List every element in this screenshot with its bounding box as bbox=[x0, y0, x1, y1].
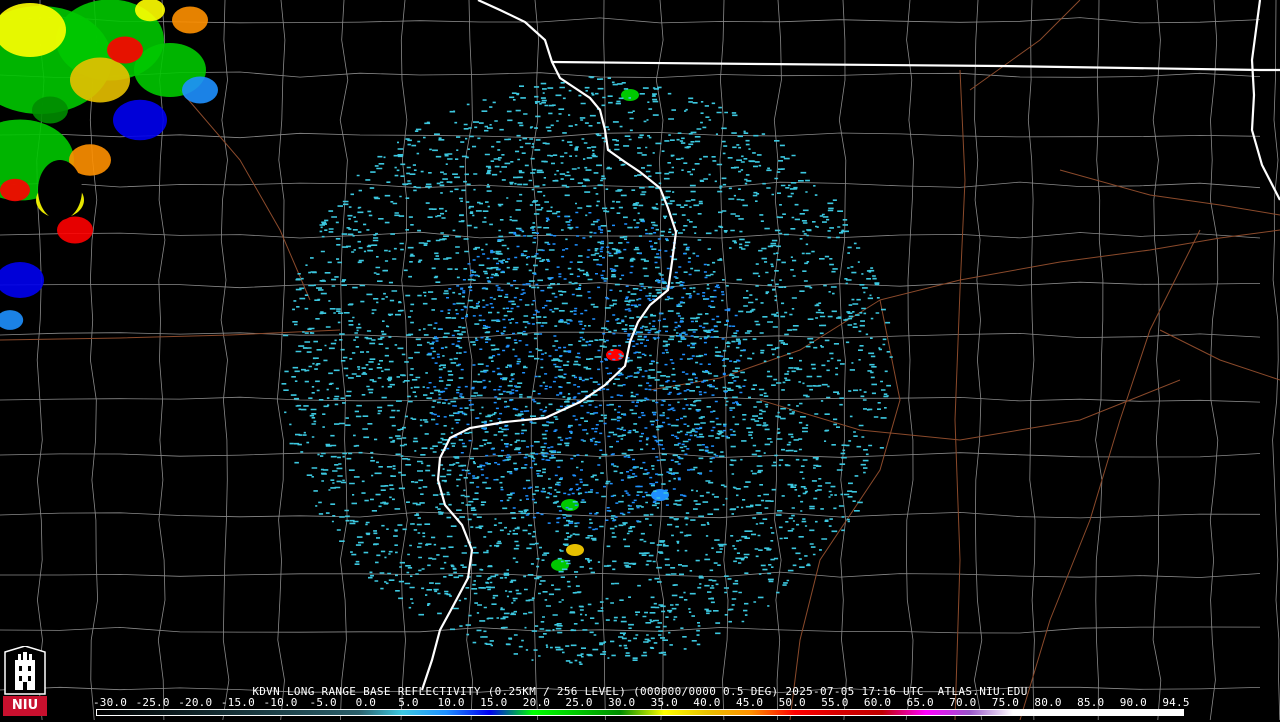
echo-cell bbox=[70, 57, 130, 103]
colorbar-gradient bbox=[97, 710, 1183, 715]
colorbar-tick-label: 60.0 bbox=[863, 696, 892, 709]
colorbar-tick-label: 10.0 bbox=[437, 696, 465, 709]
colorbar-tick-label: 40.0 bbox=[693, 696, 721, 709]
echo-cell bbox=[566, 544, 584, 556]
colorbar-tick-label: 45.0 bbox=[735, 696, 764, 709]
colorbar-tick-label: 85.0 bbox=[1077, 696, 1105, 709]
echo-cell bbox=[172, 6, 208, 34]
colorbar-tick-label: 30.0 bbox=[608, 696, 636, 709]
colorbar-tick-label: 35.0 bbox=[650, 696, 678, 709]
colorbar-tick-label: 20.0 bbox=[522, 696, 551, 709]
colorbar-tick-label: 15.0 bbox=[480, 696, 508, 709]
colorbar-tick-label: -20.0 bbox=[178, 696, 213, 709]
radar-map bbox=[0, 0, 1280, 720]
colorbar-tick-label: 80.0 bbox=[1034, 696, 1062, 709]
echo-cell bbox=[57, 216, 93, 244]
colorbar-tick-label: -25.0 bbox=[135, 696, 170, 709]
echo-cell bbox=[0, 178, 30, 202]
colorbar-tick-label: -5.0 bbox=[309, 696, 337, 709]
colorbar-tick-label: 70.0 bbox=[949, 696, 977, 709]
colorbar-tick-labels: -30.0 -25.0 -20.0 -15.0 -10.0 -5.0 0.0 5.0 10.0 1… bbox=[0, 697, 1280, 709]
reflectivity-colorbar bbox=[96, 709, 1184, 716]
echo-cell bbox=[621, 89, 639, 101]
colorbar-tick-label: 55.0 bbox=[821, 696, 849, 709]
colorbar-tick-label: 0.0 bbox=[355, 696, 377, 709]
echo-gap bbox=[38, 160, 82, 220]
colorbar-tick-label: 5.0 bbox=[398, 696, 419, 709]
colorbar-tick-label: -10.0 bbox=[263, 696, 298, 709]
colorbar-tick-label: 25.0 bbox=[565, 696, 593, 709]
colorbar-tick-label: -15.0 bbox=[220, 696, 255, 709]
echo-cell bbox=[32, 96, 68, 124]
echo-cell bbox=[182, 76, 218, 104]
colorbar-tick-label: 94.5 bbox=[1162, 696, 1190, 709]
colorbar-tick-label: -30.0 bbox=[92, 696, 128, 709]
colorbar-tick-label: 90.0 bbox=[1119, 696, 1148, 709]
colorbar-tick-label: 75.0 bbox=[991, 696, 1020, 709]
colorbar-tick-label: 50.0 bbox=[778, 696, 806, 709]
colorbar-tick-label: 65.0 bbox=[906, 696, 934, 709]
echo-cell bbox=[107, 36, 143, 64]
echo-cell bbox=[113, 99, 167, 141]
